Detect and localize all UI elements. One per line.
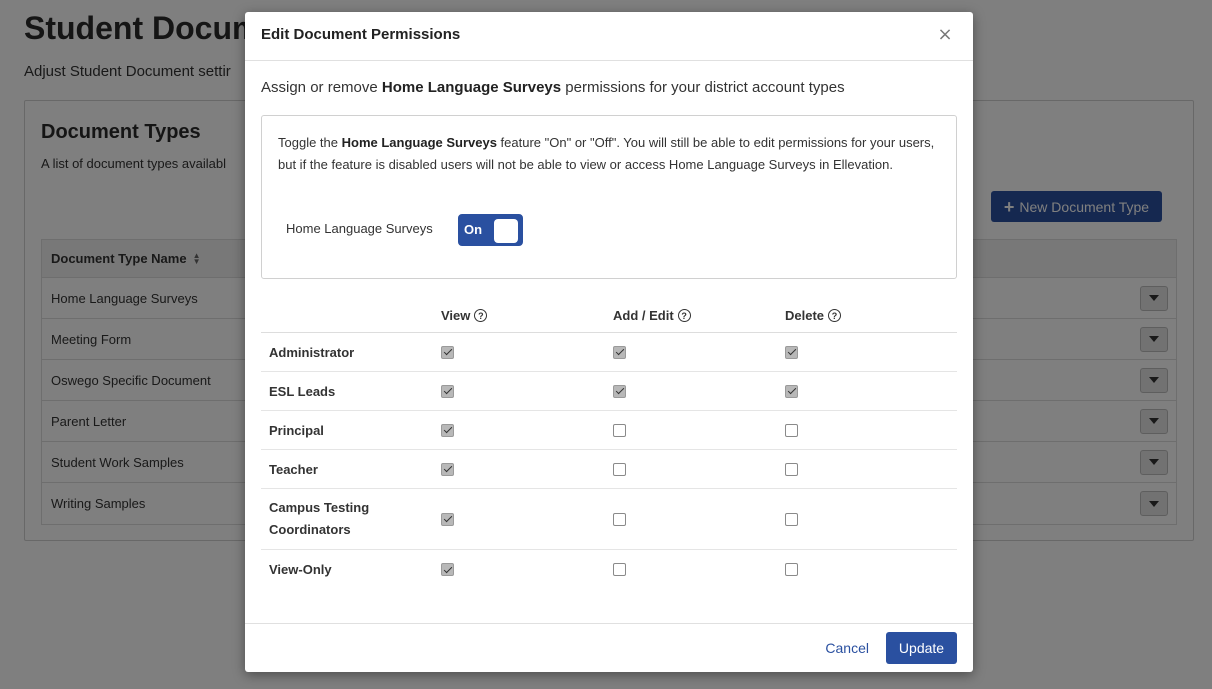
delete-checkbox[interactable] <box>785 563 798 576</box>
modal-header: Edit Document Permissions × <box>245 12 973 61</box>
permission-row: Administrator <box>261 333 957 372</box>
edit-permissions-modal: Edit Document Permissions × Assign or re… <box>245 12 973 672</box>
view-cell <box>441 423 613 437</box>
permissions-header: View? Add / Edit? Delete? <box>261 299 957 333</box>
view-column-header: View? <box>441 308 613 323</box>
delete-cell <box>785 462 957 476</box>
toggle-description: Toggle the Home Language Surveys feature… <box>278 132 942 176</box>
role-name: Administrator <box>269 344 355 360</box>
delete-checkbox[interactable] <box>785 384 798 398</box>
feature-toggle-switch[interactable]: On <box>458 214 523 246</box>
update-button[interactable]: Update <box>886 632 957 664</box>
delete-column-header: Delete? <box>785 308 957 323</box>
view-cell <box>441 345 613 359</box>
add-edit-cell <box>613 384 785 398</box>
view-checkbox[interactable] <box>441 384 454 398</box>
close-icon[interactable]: × <box>935 24 955 46</box>
view-cell <box>441 462 613 476</box>
role-name: Teacher <box>269 461 318 477</box>
delete-checkbox[interactable] <box>785 462 798 476</box>
permission-row: Campus Testing Coordinators <box>261 489 957 550</box>
toggle-state-text: On <box>464 222 483 237</box>
delete-cell <box>785 423 957 437</box>
delete-cell <box>785 384 957 398</box>
delete-column-label: Delete <box>785 308 825 323</box>
view-checkbox[interactable] <box>441 345 454 359</box>
view-cell <box>441 563 613 576</box>
delete-cell <box>785 512 957 526</box>
toggle-desc-start: Toggle the <box>278 135 342 150</box>
role-name: ESL Leads <box>269 383 336 399</box>
intro-feature-name: Home Language Surveys <box>381 79 562 96</box>
cancel-button[interactable]: Cancel <box>825 640 869 656</box>
role-name: Campus Testing Coordinators <box>269 500 370 537</box>
add-edit-checkbox[interactable] <box>613 462 626 476</box>
feature-toggle-box: Toggle the Home Language Surveys feature… <box>261 115 957 279</box>
help-icon[interactable]: ? <box>828 309 842 322</box>
delete-checkbox[interactable] <box>785 345 798 359</box>
role-name: Principal <box>269 422 324 438</box>
add-edit-checkbox[interactable] <box>613 345 626 359</box>
help-icon[interactable]: ? <box>474 309 488 322</box>
view-checkbox[interactable] <box>441 563 454 576</box>
view-cell <box>441 512 613 526</box>
add-edit-cell <box>613 345 785 359</box>
toggle-label: Home Language Surveys <box>286 221 433 236</box>
modal-title: Edit Document Permissions <box>261 26 461 43</box>
add-edit-checkbox[interactable] <box>613 512 627 526</box>
add-edit-cell <box>613 462 785 476</box>
add-edit-checkbox[interactable] <box>613 563 626 576</box>
role-name: View-Only <box>269 562 332 577</box>
permission-row: Teacher <box>261 450 957 489</box>
delete-checkbox[interactable] <box>785 512 799 526</box>
add-edit-column-label: Add / Edit <box>613 308 674 323</box>
delete-checkbox[interactable] <box>785 423 798 437</box>
add-edit-checkbox[interactable] <box>613 384 626 398</box>
add-edit-column-header: Add / Edit? <box>613 308 785 323</box>
view-checkbox[interactable] <box>441 512 455 526</box>
view-checkbox[interactable] <box>441 423 454 437</box>
delete-cell <box>785 345 957 359</box>
toggle-knob <box>494 219 518 243</box>
intro-text-start: Assign or remove <box>261 79 382 96</box>
permission-row: Principal <box>261 411 957 450</box>
modal-body: Assign or remove Home Language Surveys p… <box>261 61 957 589</box>
add-edit-cell <box>613 423 785 437</box>
add-edit-checkbox[interactable] <box>613 423 626 437</box>
intro-text: Assign or remove Home Language Surveys p… <box>261 79 957 96</box>
modal-footer: Cancel Update <box>245 623 973 672</box>
view-checkbox[interactable] <box>441 462 454 476</box>
help-icon[interactable]: ? <box>677 309 691 322</box>
toggle-desc-feature-name: Home Language Surveys <box>341 135 497 150</box>
view-cell <box>441 384 613 398</box>
view-column-label: View <box>441 308 471 323</box>
delete-cell <box>785 563 957 576</box>
add-edit-cell <box>613 512 785 526</box>
add-edit-cell <box>613 563 785 576</box>
permissions-table: View? Add / Edit? Delete? Administrator E… <box>261 299 957 589</box>
permission-row: ESL Leads <box>261 372 957 411</box>
intro-text-end: permissions for your district account ty… <box>561 79 845 96</box>
permission-row: View-Only <box>261 550 957 589</box>
